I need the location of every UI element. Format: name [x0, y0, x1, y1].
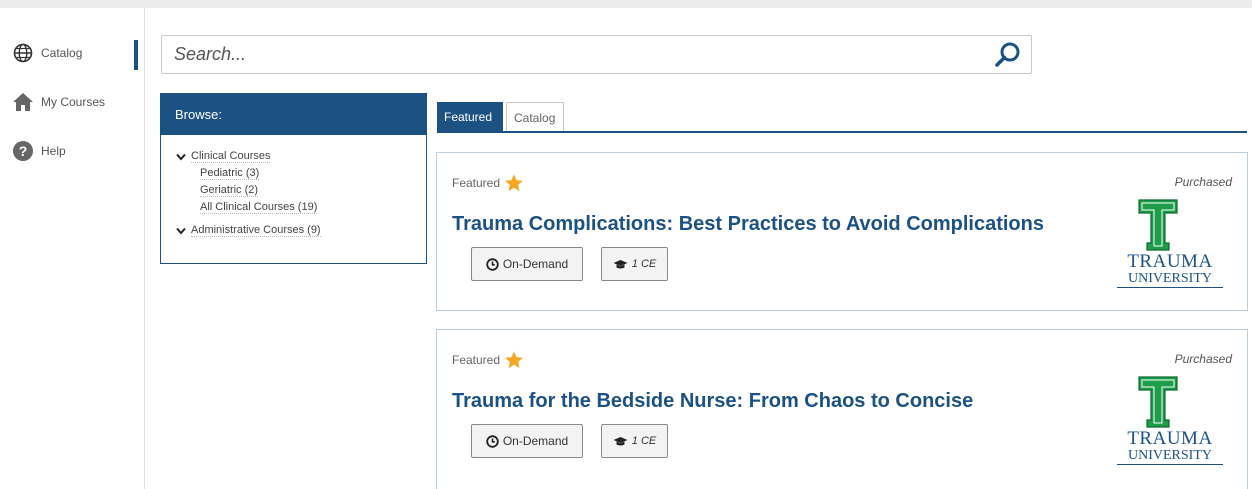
search-input[interactable] — [162, 36, 982, 73]
purchase-status: Purchased — [1174, 352, 1232, 366]
sidebar-nav: Catalog My Courses ? Help — [0, 36, 144, 183]
graduation-cap-icon — [613, 259, 628, 270]
subcategory-pediatric[interactable]: Pediatric (3) — [200, 165, 426, 182]
trauma-university-logo: TRAUMA UNIVERSITY — [1117, 199, 1223, 291]
credits-badge[interactable]: 1 CE — [601, 424, 668, 458]
sidebar-item-label: My Courses — [41, 95, 106, 109]
clock-icon — [486, 434, 499, 448]
sidebar-item-label: Help — [41, 144, 66, 158]
sidebar-item-help[interactable]: ? Help — [0, 134, 144, 168]
purchase-status: Purchased — [1174, 175, 1232, 189]
graduation-cap-icon — [613, 436, 628, 447]
star-icon — [505, 351, 523, 368]
sidebar-divider — [144, 8, 145, 489]
course-title-link[interactable]: Trauma for the Bedside Nurse: From Chaos… — [452, 390, 973, 413]
trauma-university-logo: TRAUMA UNIVERSITY — [1117, 376, 1223, 468]
sidebar-item-label: Catalog — [41, 46, 83, 60]
search-bar — [161, 35, 1032, 74]
clock-icon — [486, 257, 499, 271]
tab-featured[interactable]: Featured — [437, 102, 503, 131]
sidebar-item-my-courses[interactable]: My Courses — [0, 85, 144, 119]
featured-label: Featured — [452, 173, 524, 193]
browse-tree: Clinical Courses Pediatric (3) Geriatric… — [161, 135, 426, 239]
search-icon[interactable] — [993, 40, 1023, 70]
home-icon — [12, 91, 34, 113]
help-icon: ? — [12, 140, 34, 162]
course-title-link[interactable]: Trauma Complications: Best Practices to … — [452, 213, 1044, 236]
subcategory-all-clinical[interactable]: All Clinical Courses (19) — [200, 199, 426, 216]
chevron-down-icon — [175, 225, 187, 237]
featured-label: Featured — [452, 350, 524, 370]
browse-header: Browse: — [161, 94, 426, 135]
svg-text:?: ? — [19, 143, 28, 159]
sidebar-item-catalog[interactable]: Catalog — [0, 36, 144, 70]
course-card: Featured Purchased Trauma Complications:… — [436, 152, 1248, 311]
clinical-subcategories: Pediatric (3) Geriatric (2) All Clinical… — [175, 165, 426, 216]
on-demand-badge[interactable]: On-Demand — [471, 247, 583, 281]
star-icon — [505, 174, 523, 191]
course-card: Featured Purchased Trauma for the Bedsid… — [436, 329, 1248, 489]
catalog-tabs: Featured Catalog — [437, 102, 1247, 133]
top-bar — [0, 0, 1252, 8]
globe-icon — [12, 42, 34, 64]
credits-badge[interactable]: 1 CE — [601, 247, 668, 281]
category-administrative-courses[interactable]: Administrative Courses (9) — [175, 222, 426, 239]
on-demand-badge[interactable]: On-Demand — [471, 424, 583, 458]
chevron-down-icon — [175, 151, 187, 163]
subcategory-geriatric[interactable]: Geriatric (2) — [200, 182, 426, 199]
tab-catalog[interactable]: Catalog — [506, 102, 564, 131]
category-clinical-courses[interactable]: Clinical Courses — [175, 148, 426, 165]
browse-panel: Browse: Clinical Courses Pediatric (3) G… — [160, 93, 427, 264]
